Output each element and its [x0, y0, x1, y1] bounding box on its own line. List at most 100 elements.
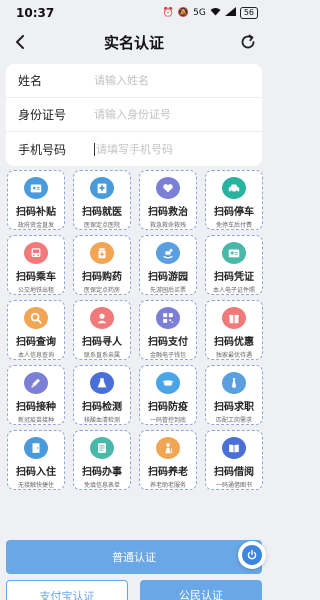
- tile-subtitle: 核酸血清检测: [83, 417, 120, 424]
- service-tile[interactable]: 扫码寻人联系直系亲属: [73, 300, 131, 360]
- service-tile[interactable]: 扫码支付金融电子钱包: [139, 300, 197, 360]
- status-bar: 10:37 ⏰ 🔕 5G 56: [0, 0, 268, 26]
- battery-icon: 56: [239, 7, 258, 19]
- tile-title: 扫码优惠: [214, 337, 254, 348]
- tile-title: 扫码办事: [82, 467, 122, 478]
- tile-title: 扫码购药: [82, 272, 122, 283]
- tile-title: 扫码支付: [148, 337, 188, 348]
- service-tile[interactable]: 扫码凭证本人电子证件照: [205, 235, 263, 295]
- gift-icon: [222, 307, 246, 329]
- floating-assistant-button[interactable]: [238, 541, 266, 569]
- signal-icon: [224, 7, 236, 19]
- service-tile[interactable]: 扫码停车免停车后付费: [205, 170, 263, 230]
- alipay-auth-button[interactable]: 支付宝认证: [6, 580, 128, 600]
- network-label: 5G: [193, 8, 206, 18]
- tile-subtitle: 养老助老服务: [149, 482, 186, 489]
- service-grid: 扫码补贴 政府资金直发 扫码就医 医保定点医院 扫码救治 救急救命救残 扫码停车 免停车后付费…: [6, 170, 263, 490]
- page-title: 实名认证: [103, 33, 164, 52]
- syringe-icon: [24, 372, 48, 394]
- tile-title: 扫码求职: [214, 402, 254, 413]
- tile-title: 扫码检测: [82, 402, 122, 413]
- tile-title: 扫码乘车: [16, 272, 56, 283]
- refresh-icon: [241, 34, 255, 49]
- door-icon: [24, 437, 48, 459]
- tile-subtitle: 一码管控到底: [149, 417, 186, 424]
- tile-title: 扫码救治: [148, 207, 188, 218]
- id-badge-icon: [222, 242, 246, 264]
- chevron-left-icon: [16, 35, 24, 49]
- service-tile[interactable]: 扫码办事免填信息表单: [73, 430, 131, 490]
- phone-label: 手机号码: [18, 142, 67, 157]
- tile-subtitle: 免停车后付费: [215, 222, 252, 229]
- service-tile[interactable]: 扫码优惠独家最优待遇: [205, 300, 263, 360]
- flask-icon: [90, 372, 114, 394]
- tile-subtitle: 独家最优待遇: [215, 352, 252, 359]
- mute-icon: 🔕: [177, 8, 190, 18]
- rocking-horse-icon: [156, 242, 180, 264]
- tile-title: 扫码查询: [16, 337, 56, 348]
- secondary-buttons: 支付宝认证 公民认证: [6, 580, 262, 600]
- service-tile[interactable]: 扫码游园先游园后买票: [139, 235, 197, 295]
- name-label: 姓名: [18, 74, 43, 88]
- service-tile[interactable]: 扫码防疫一码管控到底: [139, 365, 197, 425]
- tile-subtitle: 本人电子证件照: [212, 287, 255, 294]
- tile-title: 扫码停车: [214, 207, 254, 218]
- service-tile[interactable]: 扫码乘车公交地铁出租: [7, 235, 65, 295]
- service-tile[interactable]: 扫码救治 救急救命救残: [139, 170, 197, 230]
- identity-form: 姓名 身份证号 手机号码: [6, 64, 262, 166]
- tile-subtitle: 医保定点医院: [83, 222, 120, 229]
- service-tile[interactable]: 扫码检测核酸血清检测: [73, 365, 131, 425]
- nav-bar: 实名认证: [0, 26, 268, 58]
- tile-subtitle: 政府资金直发: [17, 222, 54, 229]
- elder-icon: [156, 437, 180, 459]
- service-tile[interactable]: 扫码接种 新冠疫苗接种: [7, 365, 65, 425]
- service-tile[interactable]: 扫码养老养老助老服务: [139, 430, 197, 490]
- hospital-icon: [90, 177, 114, 199]
- name-input[interactable]: [94, 74, 250, 87]
- service-tile[interactable]: 扫码入住无接触快捷住: [7, 430, 65, 490]
- alarm-icon: ⏰: [162, 8, 174, 18]
- qr-pay-icon: [156, 307, 180, 329]
- service-tile[interactable]: 扫码补贴 政府资金直发: [7, 170, 65, 230]
- service-tile[interactable]: 扫码购药医保定点药房: [73, 235, 131, 295]
- tile-title: 扫码入住: [16, 467, 56, 478]
- id-number-input[interactable]: [94, 108, 250, 121]
- mask-icon: [156, 372, 180, 394]
- form-icon: [90, 437, 114, 459]
- tile-title: 扫码就医: [82, 207, 122, 218]
- refresh-button[interactable]: [236, 30, 260, 54]
- medicine-icon: [90, 242, 114, 264]
- service-tile[interactable]: 扫码求职匹配工岗需求: [205, 365, 263, 425]
- tile-title: 扫码游园: [148, 272, 188, 283]
- tile-subtitle: 匹配工岗需求: [215, 417, 252, 424]
- citizen-auth-button[interactable]: 公民认证: [140, 580, 262, 600]
- tile-title: 扫码凭证: [214, 272, 254, 283]
- tile-subtitle: 公交地铁出租: [17, 287, 54, 294]
- tile-title: 扫码接种: [16, 402, 56, 413]
- status-time: 10:37: [16, 6, 55, 20]
- back-button[interactable]: [8, 30, 32, 54]
- tile-subtitle: 免填信息表单: [83, 482, 120, 489]
- tile-title: 扫码寻人: [82, 337, 122, 348]
- tile-title: 扫码防疫: [148, 402, 188, 413]
- tile-subtitle: 金融电子钱包: [149, 352, 186, 359]
- tile-subtitle: 先游园后买票: [149, 287, 186, 294]
- tie-icon: [222, 372, 246, 394]
- phone-input[interactable]: [94, 142, 250, 156]
- person-location-icon: [90, 307, 114, 329]
- tile-title: 扫码养老: [148, 467, 188, 478]
- service-tile[interactable]: 扫码就医医保定点医院: [73, 170, 131, 230]
- wifi-icon: [210, 7, 221, 19]
- service-tile[interactable]: 扫码查询 本人信息查询: [7, 300, 65, 360]
- tile-subtitle: 医保定点药房: [83, 287, 120, 294]
- tile-subtitle: 无接触快捷住: [17, 482, 54, 489]
- heart-hand-icon: [156, 177, 180, 199]
- car-icon: [222, 177, 246, 199]
- search-icon: [24, 307, 48, 329]
- tile-subtitle: 联系直系亲属: [83, 352, 120, 359]
- tile-title: 扫码借阅: [214, 467, 254, 478]
- power-icon: [242, 545, 262, 565]
- name-row: 姓名: [6, 64, 262, 98]
- standard-auth-button[interactable]: 普通认证: [6, 540, 262, 574]
- service-tile[interactable]: 扫码借阅 一码通借图书: [205, 430, 263, 490]
